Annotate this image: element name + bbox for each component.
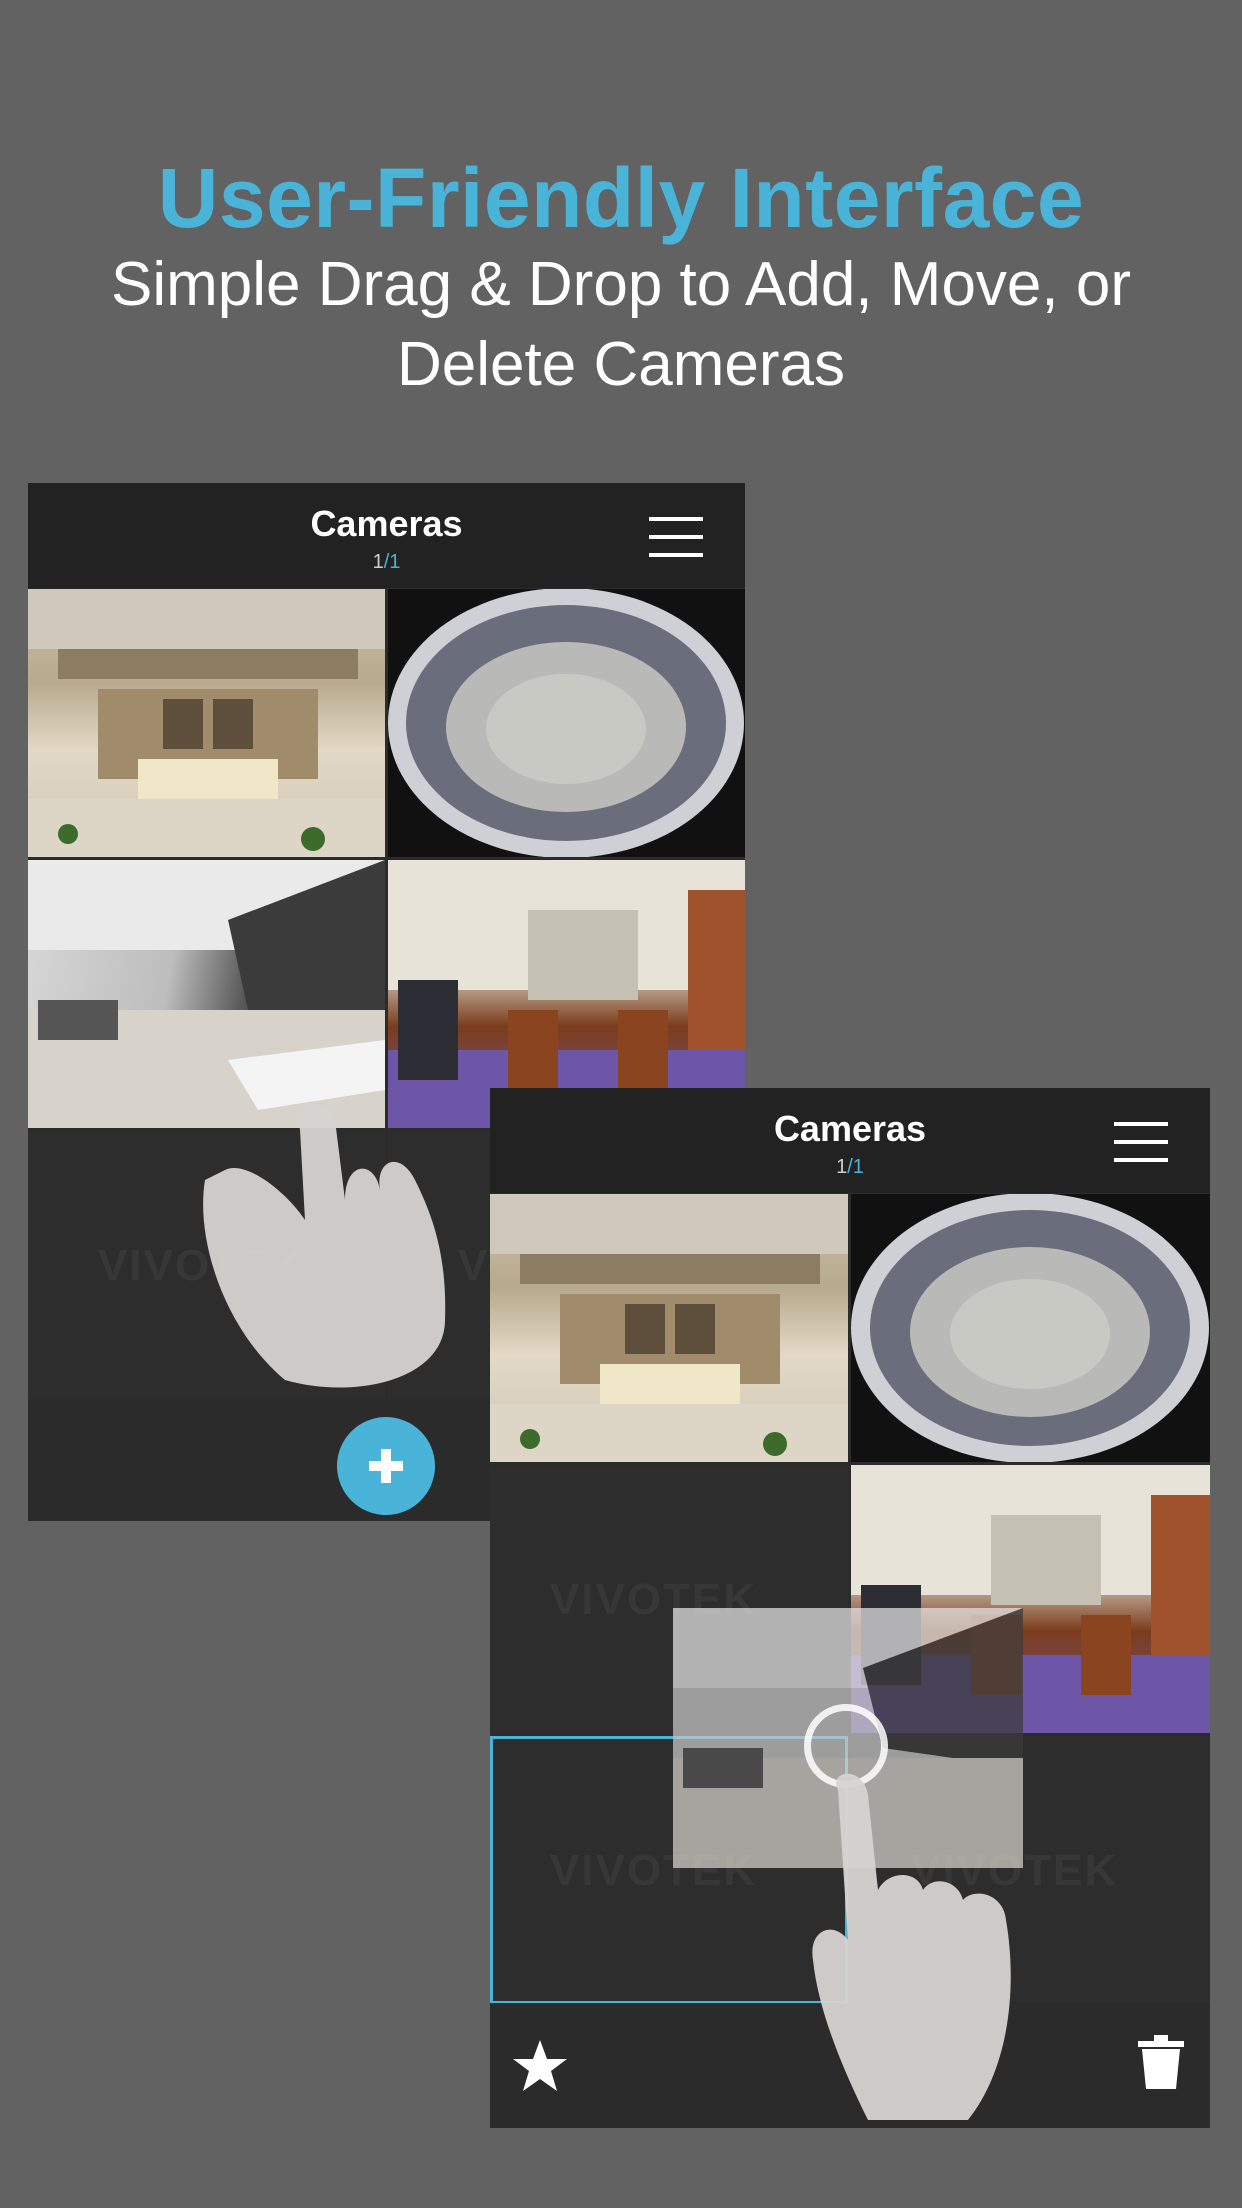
screen-title: Cameras [310,503,463,544]
store-scene [28,860,385,1128]
trash-icon[interactable] [1136,2035,1186,2091]
camera-tile-fisheye[interactable] [851,1194,1210,1462]
star-icon[interactable] [510,2037,570,2097]
hand-pointer-icon [812,1773,1011,2120]
fisheye-scene [388,589,744,857]
subline-line-1: Simple Drag & Drop to Add, Move, or [110,250,1131,319]
page-total: 1 [389,551,401,573]
page-current: 1 [836,1156,848,1178]
hamburger-menu-icon[interactable] [1114,1122,1168,1162]
page-total: 1 [852,1156,864,1178]
subline-line-2: Delete Cameras [397,330,845,399]
screen-title: Cameras [773,1108,927,1149]
plus-icon [369,1449,403,1483]
page-current: 1 [372,551,384,573]
fisheye-scene [851,1194,1209,1462]
camera-tile-mall[interactable] [490,1194,848,1462]
camera-tile-store[interactable] [28,860,385,1128]
camera-tile-mall[interactable] [28,589,385,857]
mall-scene [28,589,385,857]
hamburger-menu-icon[interactable] [649,517,703,557]
add-camera-button[interactable] [337,1417,435,1515]
camera-tile-fisheye[interactable] [388,589,745,857]
page-indicator: 1/1 [490,1156,1210,1179]
hand-pointer-icon [203,1103,446,1388]
top-bar: Cameras 1/1 [28,483,745,588]
mall-scene [490,1194,848,1462]
page-indicator: 1/1 [28,551,745,574]
top-bar: Cameras 1/1 [490,1088,1210,1193]
headline: User-Friendly Interface [157,151,1085,245]
subline: Simple Drag & Drop to Add, Move, or Dele… [0,245,1242,405]
